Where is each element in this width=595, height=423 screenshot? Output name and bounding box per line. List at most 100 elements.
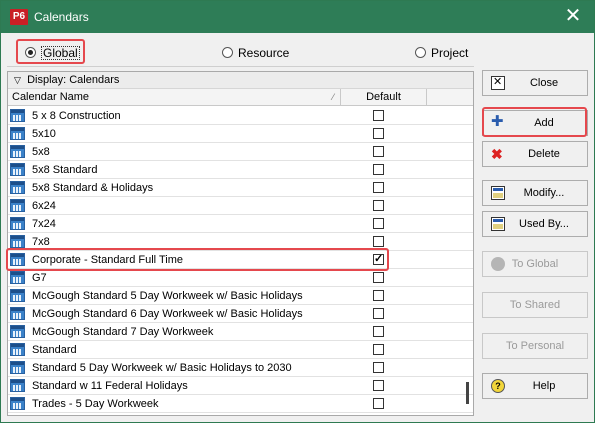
- calendar-name: 7x24: [32, 218, 56, 230]
- help-button-label: Help: [532, 380, 556, 392]
- table-row[interactable]: 5x8 Standard & Holidays: [8, 179, 473, 197]
- radio-global-indicator: [25, 47, 36, 58]
- delete-button[interactable]: ✖ Delete: [482, 141, 588, 167]
- calendar-icon: [10, 253, 25, 266]
- calendar-icon: [10, 361, 25, 374]
- default-checkbox[interactable]: [373, 218, 384, 229]
- help-button[interactable]: ? Help: [482, 373, 588, 399]
- calendar-icon: [10, 199, 25, 212]
- display-options-bar[interactable]: ▽ Display: Calendars: [8, 72, 473, 89]
- calendar-name: Corporate - Standard Full Time: [32, 254, 184, 266]
- table-row[interactable]: G7: [8, 269, 473, 287]
- calendar-name: 5 x 8 Construction: [32, 110, 121, 122]
- calendars-dialog: P6 Calendars ✕ Global Resource Project ▽…: [0, 0, 595, 423]
- calendar-icon: [10, 127, 25, 140]
- modify-button[interactable]: Modify...: [482, 180, 588, 206]
- calendar-icon: [10, 271, 25, 284]
- calendar-name: 5x8: [32, 146, 50, 158]
- radio-project-indicator: [415, 47, 426, 58]
- add-button[interactable]: ✚ Add: [482, 110, 588, 136]
- calendar-name: McGough Standard 6 Day Workweek w/ Basic…: [32, 308, 303, 320]
- chevron-down-icon: ▽: [14, 75, 21, 85]
- close-button[interactable]: Close: [482, 70, 588, 96]
- table-row[interactable]: 6x24: [8, 197, 473, 215]
- calendar-icon: [10, 145, 25, 158]
- table-row[interactable]: McGough Standard 7 Day Workweek: [8, 323, 473, 341]
- table-row[interactable]: McGough Standard 5 Day Workweek w/ Basic…: [8, 287, 473, 305]
- default-checkbox[interactable]: [373, 398, 384, 409]
- table-row[interactable]: McGough Standard 6 Day Workweek w/ Basic…: [8, 305, 473, 323]
- table-row[interactable]: Standard 5 Day Workweek w/ Basic Holiday…: [8, 359, 473, 377]
- default-checkbox[interactable]: [373, 110, 384, 121]
- table-row[interactable]: 7x24: [8, 215, 473, 233]
- calendar-name: Standard: [32, 344, 77, 356]
- calendar-icon: [10, 217, 25, 230]
- modify-button-label: Modify...: [523, 187, 565, 199]
- p6-app-icon: P6: [10, 9, 28, 25]
- scrollbar-thumb[interactable]: [466, 382, 469, 404]
- default-checkbox[interactable]: [373, 290, 384, 301]
- table-row[interactable]: Trades - 5 Day Workweek: [8, 395, 473, 413]
- default-checkbox[interactable]: [373, 344, 384, 355]
- column-header-calendar-name-label: Calendar Name: [12, 91, 90, 103]
- to-personal-button-label: To Personal: [505, 340, 565, 352]
- table-row[interactable]: 5x8 Standard: [8, 161, 473, 179]
- default-checkbox[interactable]: [373, 182, 384, 193]
- calendar-name: 5x8 Standard & Holidays: [32, 182, 154, 194]
- calendar-grid: ▽ Display: Calendars Calendar Name ⁄ Def…: [7, 71, 474, 416]
- calendar-name: McGough Standard 7 Day Workweek: [32, 326, 214, 338]
- to-shared-button[interactable]: To Shared: [482, 292, 588, 318]
- default-checkbox[interactable]: [373, 164, 384, 175]
- default-checkbox[interactable]: [373, 326, 384, 337]
- default-checkbox[interactable]: [373, 272, 384, 283]
- table-row[interactable]: 5x10: [8, 125, 473, 143]
- default-checkbox[interactable]: [373, 146, 384, 157]
- calendar-name: Standard 5 Day Workweek w/ Basic Holiday…: [32, 362, 292, 374]
- calendar-name: 6x24: [32, 200, 56, 212]
- table-row[interactable]: 5x8: [8, 143, 473, 161]
- calendar-name: G7: [32, 272, 47, 284]
- add-button-label: Add: [534, 117, 554, 129]
- calendar-name: 5x8 Standard: [32, 164, 98, 176]
- default-checkbox[interactable]: [373, 308, 384, 319]
- dialog-title: Calendars: [34, 10, 89, 24]
- calendar-name: Standard w 11 Federal Holidays: [32, 380, 188, 392]
- calendar-icon: [10, 109, 25, 122]
- to-global-button[interactable]: To Global: [482, 251, 588, 277]
- close-window-icon[interactable]: ✕: [560, 5, 586, 29]
- table-row[interactable]: Standard w 11 Federal Holidays: [8, 377, 473, 395]
- calendar-icon: [10, 289, 25, 302]
- table-row[interactable]: Standard: [8, 341, 473, 359]
- radio-project-label: Project: [431, 46, 469, 60]
- calendar-icon: [10, 379, 25, 392]
- radio-resource-label: Resource: [238, 46, 290, 60]
- calendar-icon: [10, 163, 25, 176]
- column-header-default[interactable]: Default: [341, 89, 427, 106]
- grid-header: Calendar Name ⁄ Default: [8, 89, 473, 106]
- calendar-scope-selector: Global Resource Project: [7, 37, 474, 67]
- close-button-label: Close: [529, 77, 559, 89]
- calendar-icon: [10, 181, 25, 194]
- calendar-icon: [10, 397, 25, 410]
- used-by-button-label: Used By...: [519, 218, 569, 230]
- default-checkbox[interactable]: [373, 380, 384, 391]
- table-row[interactable]: Corporate - Standard Full Time: [8, 251, 473, 269]
- default-checkbox[interactable]: [373, 200, 384, 211]
- calendar-name: 5x10: [32, 128, 56, 140]
- column-resize-icon: ⁄: [332, 92, 334, 102]
- calendar-rows: 5 x 8 Construction 5x10 5x8 5x8 Standard 5x8…: [8, 107, 473, 413]
- delete-button-label: Delete: [528, 148, 560, 160]
- default-checkbox[interactable]: [373, 362, 384, 373]
- to-shared-button-label: To Shared: [509, 299, 561, 311]
- default-checkbox[interactable]: [373, 252, 384, 266]
- column-header-calendar-name[interactable]: Calendar Name ⁄: [8, 89, 341, 106]
- used-by-button[interactable]: Used By...: [482, 211, 588, 237]
- default-checkbox[interactable]: [373, 236, 384, 247]
- default-checkbox[interactable]: [373, 128, 384, 139]
- to-personal-button[interactable]: To Personal: [482, 333, 588, 359]
- calendar-name: Trades - 5 Day Workweek: [32, 398, 159, 410]
- radio-resource-indicator: [222, 47, 233, 58]
- calendar-icon: [10, 343, 25, 356]
- table-row[interactable]: 5 x 8 Construction: [8, 107, 473, 125]
- table-row[interactable]: 7x8: [8, 233, 473, 251]
